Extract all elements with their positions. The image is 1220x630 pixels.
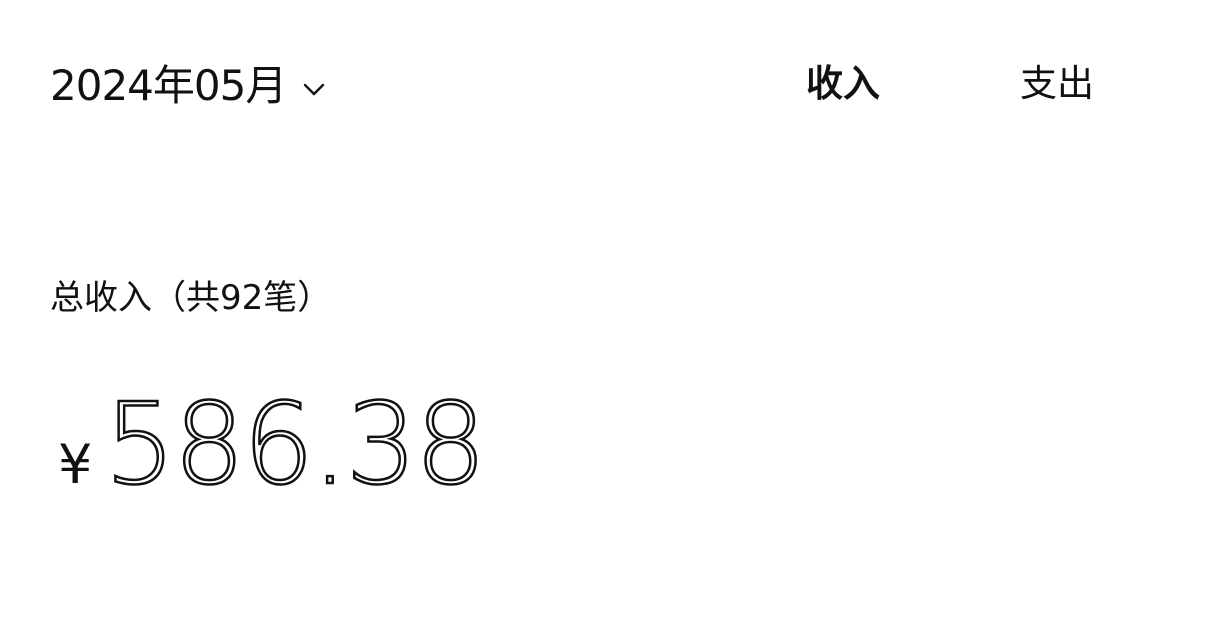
month-picker[interactable]: 2024年05月 <box>50 58 328 114</box>
total-income-label: 总收入（共92笔） <box>50 278 332 318</box>
month-label: 2024年05月 <box>50 61 287 110</box>
amount-value: 586.38 <box>103 379 487 512</box>
currency-symbol: ¥ <box>58 433 93 496</box>
top-bar: 2024年05月 收入 支出 <box>0 0 1220 170</box>
chevron-down-icon <box>300 75 328 103</box>
total-amount: ¥ 586.38 <box>58 379 487 520</box>
tab-expense[interactable]: 支出 <box>1020 60 1094 108</box>
tab-income[interactable]: 收入 <box>806 60 880 108</box>
